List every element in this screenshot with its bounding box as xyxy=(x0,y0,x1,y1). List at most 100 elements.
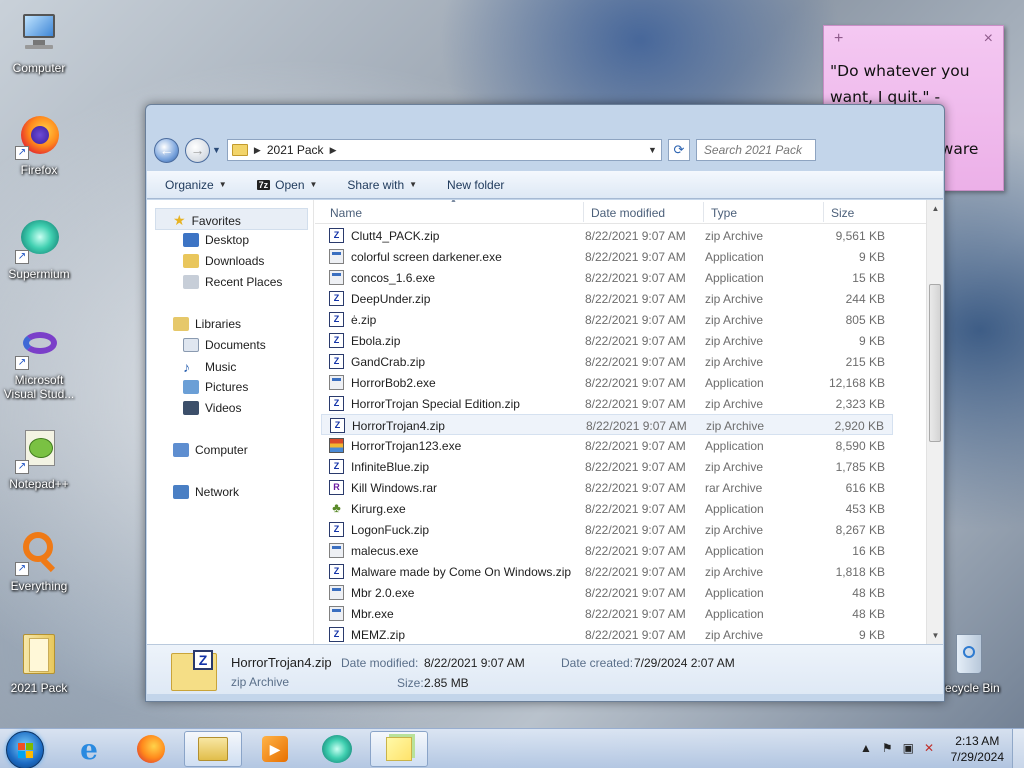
file-size: 9,561 KB xyxy=(835,229,885,243)
app-file-icon xyxy=(329,249,344,264)
refresh-button[interactable]: ⟳ xyxy=(667,139,690,161)
taskbar-internet-explorer[interactable]: e xyxy=(60,731,118,767)
taskbar-explorer[interactable] xyxy=(184,731,242,767)
start-button[interactable] xyxy=(6,731,44,768)
zip-file-icon: Z xyxy=(330,418,345,433)
network-icon[interactable]: ▣ xyxy=(903,741,914,755)
nav-videos[interactable]: Videos xyxy=(183,401,241,415)
details-date-created: 7/29/2024 2:07 AM xyxy=(634,656,735,670)
desktop-icon-supermium[interactable]: ↗ Supermium xyxy=(1,216,77,281)
details-date-modified: 8/22/2021 9:07 AM xyxy=(424,656,525,670)
search-input[interactable]: Search 2021 Pack xyxy=(695,139,816,161)
column-header-name[interactable]: Name xyxy=(330,206,362,220)
file-row[interactable]: colorful screen darkener.exe 8/22/2021 9:… xyxy=(321,246,893,267)
column-header-type[interactable]: Type xyxy=(711,206,737,220)
desktop-icon-notepadpp[interactable]: ↗ Notepad++ xyxy=(1,426,77,491)
desktop-icon-computer[interactable]: Computer xyxy=(1,10,77,75)
file-row[interactable]: R Kill Windows.rar 8/22/2021 9:07 AM rar Ar… xyxy=(321,477,893,498)
file-row[interactable]: Mbr.exe 8/22/2021 9:07 AM Application 48 KB xyxy=(321,603,893,624)
nav-favorites[interactable]: ★ Favorites xyxy=(173,212,241,229)
nav-music[interactable]: ♪ Music xyxy=(183,359,236,375)
file-row[interactable]: Z DeepUnder.zip 8/22/2021 9:07 AM zip Archi… xyxy=(321,288,893,309)
file-row[interactable]: Z Malware made by Come On Windows.zip 8/22… xyxy=(321,561,893,582)
rar-file-icon: R xyxy=(329,480,344,495)
scroll-thumb[interactable] xyxy=(929,284,941,442)
app-file-icon xyxy=(329,606,344,621)
clock[interactable]: 2:13 AM 7/29/2024 xyxy=(951,733,1004,765)
vertical-scrollbar[interactable]: ▲ ▼ xyxy=(926,200,943,644)
scroll-down-icon[interactable]: ▼ xyxy=(927,627,943,644)
breadcrumb-current[interactable]: 2021 Pack xyxy=(267,143,324,157)
forward-button[interactable]: → xyxy=(185,137,210,163)
address-bar[interactable]: ▶ 2021 Pack ▶ ▼ xyxy=(226,139,662,161)
visual-studio-icon: ↗ xyxy=(15,322,63,370)
file-size: 15 KB xyxy=(852,271,885,285)
file-row[interactable]: HorrorTrojan123.exe 8/22/2021 9:07 AM Appl… xyxy=(321,435,893,456)
file-date-modified: 8/22/2021 9:07 AM xyxy=(585,460,686,474)
open-button[interactable]: 7z Open ▼ xyxy=(256,177,317,192)
taskbar-media-player[interactable]: ▶ xyxy=(246,731,304,767)
file-row-selected[interactable]: Z HorrorTrojan4.zip 8/22/2021 9:07 AM zip A… xyxy=(321,414,893,435)
taskbar-firefox[interactable] xyxy=(122,731,180,767)
network-icon xyxy=(173,485,189,499)
file-row[interactable]: ♣ Kirurg.exe 8/22/2021 9:07 AM Application 4… xyxy=(321,498,893,519)
kir-file-icon: ♣ xyxy=(332,500,341,515)
file-name: malecus.exe xyxy=(351,544,419,558)
file-row[interactable]: Z LogonFuck.zip 8/22/2021 9:07 AM zip Archi… xyxy=(321,519,893,540)
breadcrumb-chevron-icon[interactable]: ▶ xyxy=(254,145,261,156)
column-divider[interactable] xyxy=(583,202,584,222)
close-note-button[interactable]: × xyxy=(984,30,993,48)
nav-libraries[interactable]: Libraries xyxy=(173,317,241,331)
file-type: zip Archive xyxy=(705,334,764,348)
file-row[interactable]: Mbr 2.0.exe 8/22/2021 9:07 AM Application 4… xyxy=(321,582,893,603)
file-row[interactable]: Z MEMZ.zip 8/22/2021 9:07 AM zip Archive 9 K… xyxy=(321,624,893,644)
volume-muted-icon[interactable]: ✕ xyxy=(924,741,934,755)
column-header-size[interactable]: Size xyxy=(831,206,854,220)
taskbar-sticky-notes[interactable] xyxy=(370,731,428,767)
action-center-flag-icon[interactable]: ⚑ xyxy=(882,741,893,755)
nav-documents[interactable]: Documents xyxy=(183,338,266,352)
back-button[interactable]: ← xyxy=(154,137,179,163)
zip-file-icon: Z xyxy=(329,333,344,348)
show-hidden-icons-icon[interactable]: ▲ xyxy=(860,741,872,755)
nav-computer[interactable]: Computer xyxy=(173,443,248,457)
file-row[interactable]: Z Clutt4_PACK.zip 8/22/2021 9:07 AM zip Arc… xyxy=(321,225,893,246)
nav-downloads[interactable]: Downloads xyxy=(183,254,264,268)
file-row[interactable]: Z HorrorTrojan Special Edition.zip 8/22/20… xyxy=(321,393,893,414)
column-header-date[interactable]: Date modified xyxy=(591,206,665,220)
file-row[interactable]: Zė.zip 8/22/2021 9:07 AM zip Archive 805 KB xyxy=(321,309,893,330)
taskbar-supermium[interactable] xyxy=(308,731,366,767)
address-dropdown-icon[interactable]: ▼ xyxy=(648,145,657,155)
file-row[interactable]: malecus.exe 8/22/2021 9:07 AM Application 1… xyxy=(321,540,893,561)
desktop-icon-everything[interactable]: ↗ Everything xyxy=(1,528,77,593)
file-type: zip Archive xyxy=(705,460,764,474)
supermium-icon: ↗ xyxy=(15,216,63,264)
column-divider[interactable] xyxy=(703,202,704,222)
column-divider[interactable] xyxy=(823,202,824,222)
nav-desktop[interactable]: Desktop xyxy=(183,233,249,247)
desktop-icon-2021-pack[interactable]: 2021 Pack xyxy=(1,630,77,695)
desktop-icon-firefox[interactable]: ↗ Firefox xyxy=(1,112,77,177)
recent-places-icon xyxy=(183,275,199,289)
breadcrumb-chevron-icon[interactable]: ▶ xyxy=(330,145,337,156)
share-with-button[interactable]: Share with ▼ xyxy=(347,178,417,192)
desktop-icon-visual-studio[interactable]: ↗ Microsoft Visual Stud... xyxy=(1,322,77,401)
show-desktop-button[interactable] xyxy=(1012,729,1024,768)
nav-pictures[interactable]: Pictures xyxy=(183,380,248,394)
recent-pages-dropdown[interactable]: ▼ xyxy=(212,145,221,155)
nav-label: Libraries xyxy=(195,317,242,331)
nav-recent-places[interactable]: Recent Places xyxy=(183,275,282,289)
file-date-modified: 8/22/2021 9:07 AM xyxy=(585,292,686,306)
file-row[interactable]: Z GandCrab.zip 8/22/2021 9:07 AM zip Archiv… xyxy=(321,351,893,372)
file-row[interactable]: concos_1.6.exe 8/22/2021 9:07 AM Applicati… xyxy=(321,267,893,288)
add-note-button[interactable]: + xyxy=(834,30,843,48)
nav-network[interactable]: Network xyxy=(173,485,239,499)
open-label: Open xyxy=(275,177,305,192)
explorer-window[interactable]: ← → ▼ ▶ 2021 Pack ▶ ▼ ⟳ Search 2021 Pack… xyxy=(145,104,945,702)
organize-button[interactable]: Organize ▼ xyxy=(165,178,227,192)
new-folder-button[interactable]: New folder xyxy=(447,178,504,192)
file-row[interactable]: Z Ebola.zip 8/22/2021 9:07 AM zip Archive 9 … xyxy=(321,330,893,351)
file-row[interactable]: HorrorBob2.exe 8/22/2021 9:07 AM Applicati… xyxy=(321,372,893,393)
scroll-up-icon[interactable]: ▲ xyxy=(927,200,943,217)
file-row[interactable]: Z InfiniteBlue.zip 8/22/2021 9:07 AM zip Ar… xyxy=(321,456,893,477)
